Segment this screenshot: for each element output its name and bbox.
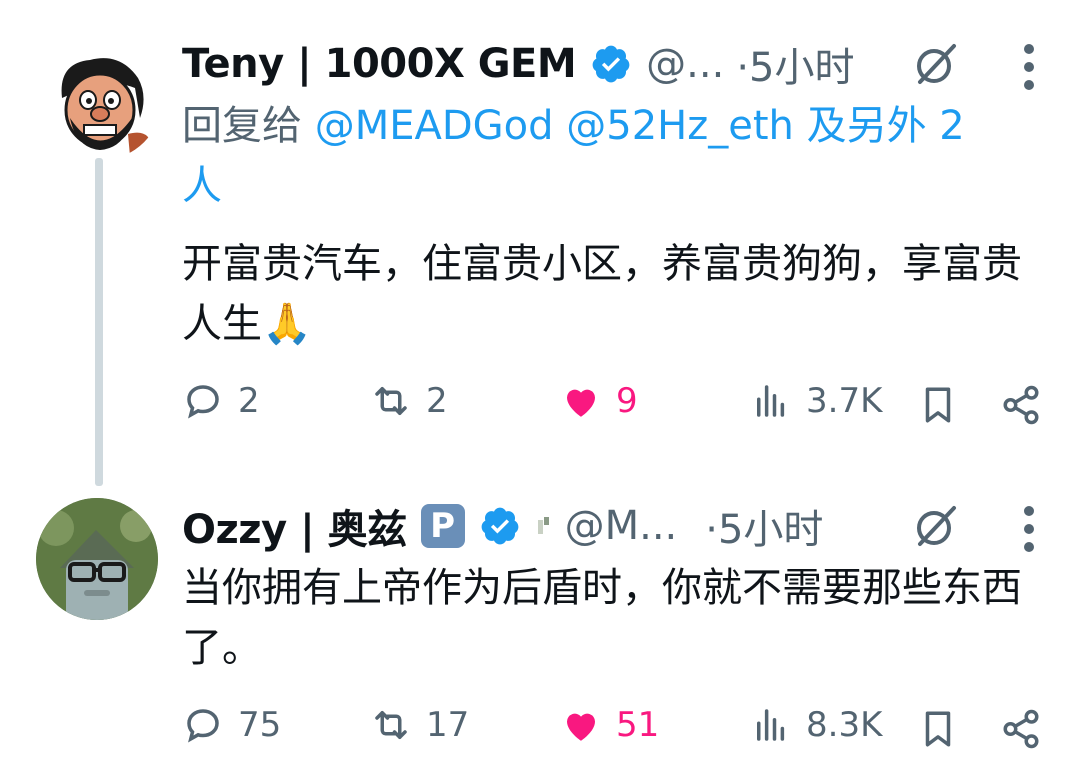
verified-badge-icon xyxy=(481,507,518,545)
repost-button[interactable]: 17 xyxy=(370,704,469,746)
tweet-text: 当你拥有上帝作为后盾时，你就不需要那些东西了。 xyxy=(182,565,1022,671)
author-handle[interactable]: @M... xyxy=(565,503,678,549)
share-icon[interactable] xyxy=(1000,384,1042,426)
more-options-icon[interactable] xyxy=(1022,44,1036,94)
like-button[interactable]: 9 xyxy=(560,380,638,422)
affiliate-icon xyxy=(537,517,549,534)
action-bar: 2 2 9 3.7K xyxy=(182,380,1042,430)
reply-mentions[interactable]: @MEADGod @52Hz_eth 及另外 2 xyxy=(315,103,965,149)
avatar[interactable] xyxy=(36,498,158,620)
timestamp[interactable]: ·5小时 xyxy=(736,35,854,93)
share-icon[interactable] xyxy=(1000,708,1042,750)
author-name[interactable]: Teny | 1000X GEM xyxy=(182,41,577,87)
views-button[interactable]: 3.7K xyxy=(750,380,882,422)
repost-count: 17 xyxy=(426,705,470,745)
grok-icon[interactable] xyxy=(912,502,960,550)
grok-icon[interactable] xyxy=(912,40,960,88)
view-count: 8.3K xyxy=(806,705,883,745)
author-handle[interactable]: @... xyxy=(646,41,724,87)
reply-icon xyxy=(187,385,219,419)
tweet-header: Ozzy | 奥兹 P @M... ·5小时 xyxy=(182,496,823,556)
action-bar: 75 17 51 8.3K xyxy=(182,704,1042,754)
reply-count: 75 xyxy=(238,705,282,745)
repost-icon xyxy=(375,711,407,739)
more-options-icon[interactable] xyxy=(1022,506,1036,556)
reply-count: 2 xyxy=(238,381,260,421)
reply-prefix: 回复给 xyxy=(182,103,302,149)
tweet-header: Teny | 1000X GEM @... ·5小时 xyxy=(182,34,855,94)
tweet-1[interactable]: Teny | 1000X GEM @... ·5小时 回复给 @MEADGod … xyxy=(0,0,1080,486)
like-button[interactable]: 51 xyxy=(560,704,659,746)
parking-badge: P xyxy=(420,504,465,548)
thread-line xyxy=(95,158,103,486)
view-count: 3.7K xyxy=(806,381,883,421)
heart-filled-icon xyxy=(567,713,595,741)
repost-icon xyxy=(375,387,407,415)
bookmark-icon[interactable] xyxy=(917,708,959,750)
views-chart-icon xyxy=(757,709,785,741)
timestamp[interactable]: ·5小时 xyxy=(705,497,823,555)
reply-button[interactable]: 2 xyxy=(182,380,260,422)
bookmark-icon[interactable] xyxy=(917,384,959,426)
reply-icon xyxy=(187,709,219,743)
tweet-text: 开富贵汽车，住富贵小区，养富贵狗狗，享富贵人生🙏 xyxy=(182,241,1022,347)
author-name[interactable]: Ozzy | 奥兹 xyxy=(182,497,407,555)
views-button[interactable]: 8.3K xyxy=(750,704,882,746)
verified-badge-icon xyxy=(592,45,630,83)
avatar-cartoon-icon xyxy=(40,38,162,160)
avatar-character-icon xyxy=(36,498,158,620)
like-count: 51 xyxy=(616,705,660,745)
heart-filled-icon xyxy=(567,389,595,417)
avatar[interactable] xyxy=(40,38,162,160)
reply-mentions-tail[interactable]: 人 xyxy=(182,163,222,209)
reply-context: 回复给 @MEADGod @52Hz_eth 及另外 2 人 xyxy=(182,96,1022,216)
views-chart-icon xyxy=(757,385,785,417)
reply-button[interactable]: 75 xyxy=(182,704,281,746)
tweet-2[interactable]: Ozzy | 奥兹 P @M... ·5小时 当你拥有上帝作为后盾时，你就不需要… xyxy=(0,470,1080,780)
repost-button[interactable]: 2 xyxy=(370,380,448,422)
repost-count: 2 xyxy=(426,381,448,421)
like-count: 9 xyxy=(616,381,638,421)
